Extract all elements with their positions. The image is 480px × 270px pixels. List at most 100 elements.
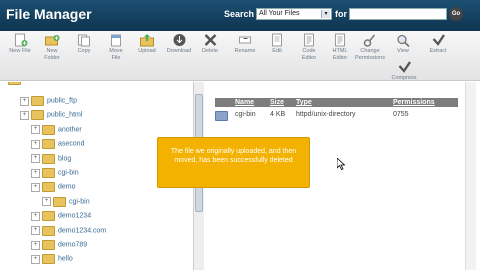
compress-label: Compress — [388, 75, 420, 82]
rename-icon — [239, 36, 251, 44]
upload-button[interactable]: Upload — [131, 33, 163, 55]
tree-item[interactable]: + cgi-bin — [42, 196, 90, 210]
html-editor-icon — [335, 33, 345, 47]
label-line: Permissions — [355, 54, 385, 61]
code-editor-icon — [304, 33, 314, 47]
tree-item[interactable]: + another — [31, 124, 82, 138]
toolbar: New File New Folder Copy Move File Upload Downl… — [0, 31, 480, 81]
delete-label: Delete — [194, 48, 226, 55]
download-button[interactable]: Download — [163, 33, 195, 55]
folder-icon — [31, 96, 44, 106]
tree-item[interactable]: + demo1234.com — [31, 225, 106, 239]
expand-icon[interactable]: + — [42, 197, 51, 207]
go-button[interactable]: Go — [449, 7, 463, 21]
mouse-cursor-icon — [337, 158, 345, 170]
copy-icon — [78, 34, 90, 47]
file-name[interactable]: cgi-bin — [235, 111, 256, 118]
label-line: Code — [302, 48, 316, 54]
chevron-down-icon: ▾ — [321, 10, 330, 18]
tree-item[interactable]: + demo — [31, 182, 76, 195]
extract-button[interactable]: Extract — [422, 33, 454, 55]
label-line: Move — [109, 48, 123, 54]
label-line: File — [111, 54, 121, 61]
folder-icon — [42, 211, 55, 222]
edit-label: Edit — [261, 48, 293, 55]
rename-button[interactable]: Rename — [229, 33, 261, 55]
expand-icon[interactable]: + — [20, 110, 29, 120]
extract-label: Extract — [422, 48, 454, 55]
file-row[interactable]: cgi-bin 4 KB httpd/unix-directory 0755 — [215, 110, 458, 121]
label-line: Rename — [234, 48, 256, 54]
tree-item-label: demo — [58, 183, 76, 191]
download-icon — [173, 34, 186, 46]
new-folder-button[interactable]: New Folder — [36, 33, 68, 61]
expand-icon[interactable]: + — [20, 96, 29, 106]
tree-item-label: cgi-bin — [58, 169, 79, 177]
folder-icon — [42, 182, 55, 193]
download-label: Download — [163, 48, 195, 55]
folder-icon — [42, 124, 55, 135]
expand-icon[interactable]: + — [31, 211, 40, 221]
view-button[interactable]: View — [387, 33, 419, 55]
file-list-scrollbar[interactable] — [465, 82, 476, 270]
label-line: Compress — [391, 75, 417, 81]
delete-button[interactable]: Delete — [194, 33, 226, 55]
tree-item[interactable]: + hello — [31, 254, 73, 267]
tree-row-partial — [8, 82, 24, 88]
new-file-button[interactable]: New File — [4, 33, 36, 55]
folder-icon — [53, 196, 66, 207]
new-folder-icon — [45, 35, 60, 46]
tree-item[interactable]: + cgi-bin — [31, 168, 79, 181]
search-label: Search — [224, 9, 255, 19]
new-folder-label: New Folder — [36, 48, 68, 61]
compress-icon — [398, 61, 411, 73]
label-line: New — [46, 48, 58, 54]
folder-icon — [42, 139, 55, 150]
code-editor-button[interactable]: Code Editor — [293, 33, 325, 61]
tree-item[interactable]: + public_html — [20, 110, 82, 123]
column-size[interactable]: Size — [270, 98, 284, 107]
folder-icon — [42, 254, 55, 265]
for-label: for — [335, 9, 347, 19]
view-icon — [397, 34, 410, 47]
move-file-label: Move File — [100, 48, 132, 61]
html-editor-label: HTML Editor — [324, 48, 356, 61]
expand-icon[interactable]: + — [31, 125, 40, 135]
column-name[interactable]: Name — [235, 98, 254, 107]
tree-item[interactable]: + blog — [31, 153, 71, 167]
change-permissions-button[interactable]: Change Permissions — [354, 33, 386, 61]
tree-item[interactable]: + demo1234 — [31, 211, 91, 224]
title-bar: File Manager Search All Your Files ▾ for… — [0, 0, 480, 31]
folder-icon — [42, 168, 55, 178]
label-line: Change — [360, 48, 380, 54]
label-line: Editor — [332, 54, 348, 61]
expand-icon[interactable]: + — [31, 139, 40, 149]
html-editor-button[interactable]: HTML Editor — [324, 33, 356, 61]
move-file-button[interactable]: Move File — [100, 33, 132, 61]
column-permissions[interactable]: Permissions — [393, 98, 435, 107]
tree-item[interactable]: + public_ftp — [20, 96, 77, 109]
label-line: Copy — [77, 48, 91, 54]
copy-button[interactable]: Copy — [68, 33, 100, 55]
expand-icon[interactable]: + — [31, 240, 40, 250]
tree-item-label: another — [58, 126, 82, 134]
search-input[interactable] — [349, 8, 447, 20]
expand-icon[interactable]: + — [31, 182, 40, 192]
label-line: New File — [9, 48, 31, 54]
notification-toast: The file we originally uploaded, and the… — [157, 137, 310, 188]
extract-icon — [432, 34, 445, 46]
tree-item-label: cgi-bin — [69, 198, 90, 206]
edit-button[interactable]: Edit — [261, 33, 293, 55]
expand-icon[interactable]: + — [31, 168, 40, 178]
label-line: Download — [166, 48, 192, 54]
expand-icon[interactable]: + — [31, 226, 40, 236]
expand-icon[interactable]: + — [31, 254, 40, 264]
file-list-header: Name Size Type Permissions — [215, 98, 458, 107]
compress-button[interactable]: Compress — [388, 60, 420, 82]
search-scope-select[interactable]: All Your Files ▾ — [256, 8, 332, 20]
expand-icon[interactable]: + — [31, 154, 40, 164]
tree-item[interactable]: + asecond — [31, 139, 84, 152]
tree-item[interactable]: + demo789 — [31, 240, 87, 253]
column-type[interactable]: Type — [296, 98, 312, 107]
file-type: httpd/unix-directory — [296, 111, 356, 118]
